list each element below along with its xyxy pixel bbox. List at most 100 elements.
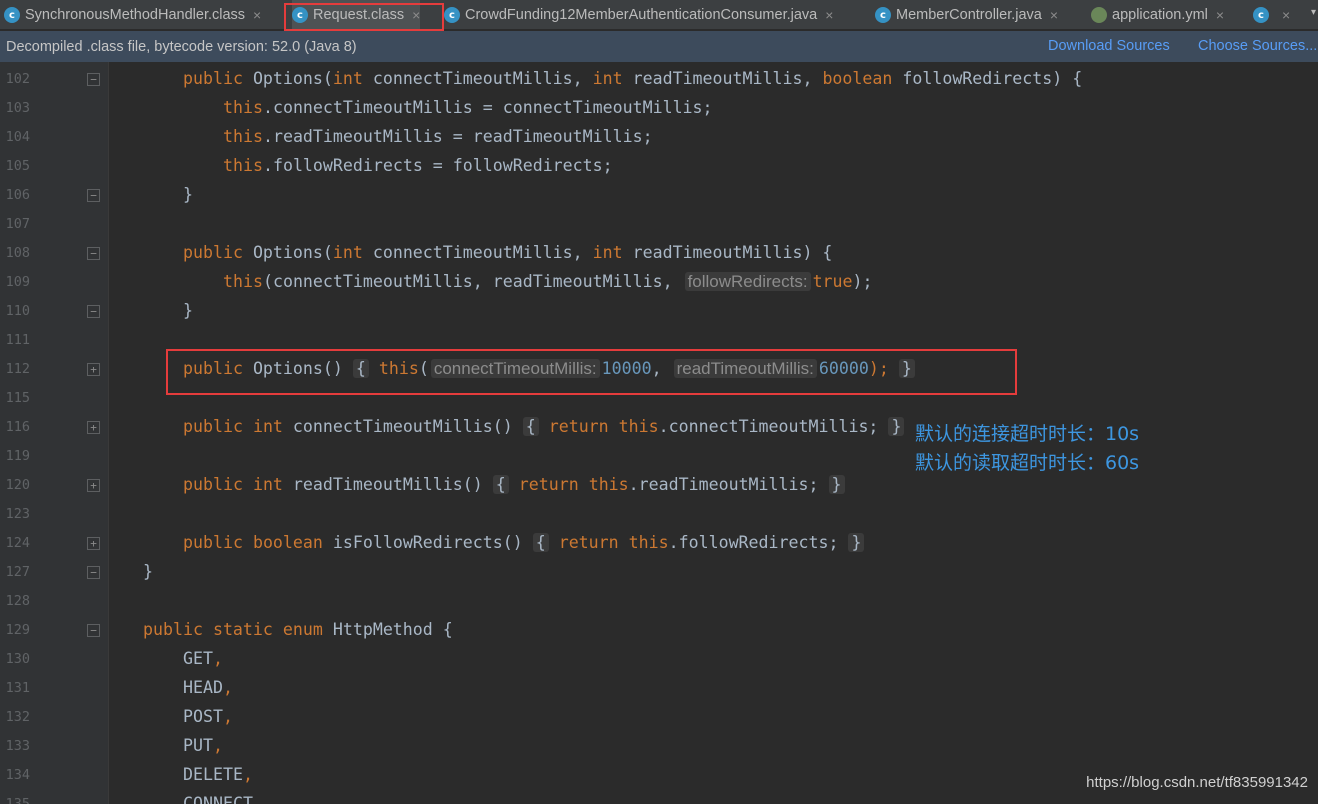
editor-tab-bar: c SynchronousMethodHandler.class × c Req…: [0, 0, 1318, 30]
tab-label: CrowdFunding12MemberAuthenticationConsum…: [465, 7, 818, 23]
code-line-105: 105 this.followRedirects = followRedirec…: [0, 152, 1318, 181]
code-line-127: 127 − }: [0, 558, 1318, 587]
code-text: public Options() { this(connectTimeoutMi…: [183, 359, 915, 379]
folded-brace: {: [532, 533, 549, 552]
tab-member-controller[interactable]: c MemberController.java ×: [875, 0, 1058, 29]
fold-minus-icon[interactable]: −: [87, 305, 100, 318]
code-text: this.followRedirects = followRedirects;: [223, 156, 613, 175]
close-icon[interactable]: ×: [1050, 7, 1058, 23]
fold-minus-icon[interactable]: −: [87, 247, 100, 260]
code-line-112: 112 + public Options() { this(connectTim…: [0, 355, 1318, 384]
note-read-timeout: 默认的读取超时时长：60s: [915, 452, 1140, 474]
line-number: 124: [5, 535, 30, 551]
line-number: 103: [5, 100, 30, 116]
code-text: public int connectTimeoutMillis() { retu…: [183, 417, 905, 436]
line-number: 104: [5, 129, 30, 145]
code-line-132: 132 POST,: [0, 703, 1318, 732]
fold-plus-icon[interactable]: +: [87, 537, 100, 550]
code-line-133: 133 PUT,: [0, 732, 1318, 761]
line-number: 130: [5, 651, 30, 667]
line-number: 132: [5, 709, 30, 725]
line-number: 133: [5, 738, 30, 754]
code-line-128: 128: [0, 587, 1318, 616]
tab-crowdfunding-consumer[interactable]: c CrowdFunding12MemberAuthenticationCons…: [444, 0, 833, 29]
line-number: 131: [5, 680, 30, 696]
yml-icon: [1091, 7, 1107, 23]
download-sources-link[interactable]: Download Sources: [1048, 38, 1170, 54]
code-text: DELETE,: [183, 765, 253, 784]
close-icon[interactable]: ×: [1282, 7, 1290, 23]
fold-plus-icon[interactable]: +: [87, 363, 100, 376]
folded-brace: }: [828, 475, 845, 494]
line-number: 115: [5, 390, 30, 406]
folded-brace: {: [492, 475, 509, 494]
code-line-111: 111: [0, 326, 1318, 355]
code-editor[interactable]: 102 − public Options(int connectTimeoutM…: [0, 62, 1318, 804]
close-icon[interactable]: ×: [825, 7, 833, 23]
tab-label: MemberController.java: [896, 7, 1042, 23]
code-line-110: 110 − }: [0, 297, 1318, 326]
code-text: public int readTimeoutMillis() { return …: [183, 475, 845, 494]
code-line-123: 123: [0, 500, 1318, 529]
line-number: 108: [5, 245, 30, 261]
code-line-109: 109 this(connectTimeoutMillis, readTimeo…: [0, 268, 1318, 297]
code-text: PUT,: [183, 736, 223, 755]
folded-brace: {: [522, 417, 539, 436]
line-number: 111: [5, 332, 30, 348]
line-number: 102: [5, 71, 30, 87]
tab-overflow-chevron-icon[interactable]: ▾: [1311, 7, 1316, 18]
parameter-hint: connectTimeoutMillis:: [430, 359, 600, 378]
parameter-hint: followRedirects:: [684, 272, 811, 291]
class-c-icon: c: [875, 7, 891, 23]
watermark: https://blog.csdn.net/tf835991342: [1086, 774, 1308, 791]
fold-minus-icon[interactable]: −: [87, 73, 100, 86]
tab-label: SynchronousMethodHandler.class: [25, 7, 246, 23]
folded-brace: {: [352, 359, 369, 378]
tab-request-class[interactable]: c Request.class ×: [292, 0, 421, 29]
code-line-135: 135 CONNECT: [0, 790, 1318, 804]
line-number: 106: [5, 187, 30, 203]
code-line-104: 104 this.readTimeoutMillis = readTimeout…: [0, 123, 1318, 152]
code-text: public Options(int connectTimeoutMillis,…: [183, 243, 833, 262]
code-line-129: 129 − public static enum HttpMethod {: [0, 616, 1318, 645]
code-line-103: 103 this.connectTimeoutMillis = connectT…: [0, 94, 1318, 123]
code-line-102: 102 − public Options(int connectTimeoutM…: [0, 65, 1318, 94]
code-text: this(connectTimeoutMillis, readTimeoutMi…: [223, 272, 873, 291]
tab-label: Request.class: [313, 7, 405, 23]
folded-brace: }: [848, 533, 865, 552]
code-line-131: 131 HEAD,: [0, 674, 1318, 703]
tab-overflow-item[interactable]: c ×: [1253, 0, 1290, 29]
banner-text: Decompiled .class file, bytecode version…: [6, 38, 357, 55]
fold-plus-icon[interactable]: +: [87, 421, 100, 434]
close-icon[interactable]: ×: [412, 7, 420, 23]
fold-minus-icon[interactable]: −: [87, 189, 100, 202]
code-text: CONNECT: [183, 794, 253, 804]
choose-sources-link[interactable]: Choose Sources...: [1198, 38, 1317, 54]
code-text: GET,: [183, 649, 223, 668]
line-number: 127: [5, 564, 30, 580]
line-number: 119: [5, 448, 30, 464]
tab-synchronous-method-handler[interactable]: c SynchronousMethodHandler.class ×: [4, 0, 261, 29]
fold-plus-icon[interactable]: +: [87, 479, 100, 492]
fold-minus-icon[interactable]: −: [87, 624, 100, 637]
folded-brace: }: [898, 359, 915, 378]
code-line-124: 124 + public boolean isFollowRedirects()…: [0, 529, 1318, 558]
fold-minus-icon[interactable]: −: [87, 566, 100, 579]
line-number: 129: [5, 622, 30, 638]
close-icon[interactable]: ×: [1216, 7, 1224, 23]
code-text: POST,: [183, 707, 233, 726]
folded-brace: }: [888, 417, 905, 436]
code-line-108: 108 − public Options(int connectTimeoutM…: [0, 239, 1318, 268]
code-text: }: [183, 301, 193, 320]
code-line-130: 130 GET,: [0, 645, 1318, 674]
class-c-icon: c: [1253, 7, 1269, 23]
code-line-106: 106 − }: [0, 181, 1318, 210]
code-text: public static enum HttpMethod {: [143, 620, 453, 639]
tab-application-yml[interactable]: application.yml ×: [1091, 0, 1224, 29]
code-text: public Options(int connectTimeoutMillis,…: [183, 69, 1083, 88]
line-number: 107: [5, 216, 30, 232]
close-icon[interactable]: ×: [253, 7, 261, 23]
class-c-icon: c: [292, 7, 308, 23]
parameter-hint: readTimeoutMillis:: [673, 359, 817, 378]
code-line-120: 120 + public int readTimeoutMillis() { r…: [0, 471, 1318, 500]
